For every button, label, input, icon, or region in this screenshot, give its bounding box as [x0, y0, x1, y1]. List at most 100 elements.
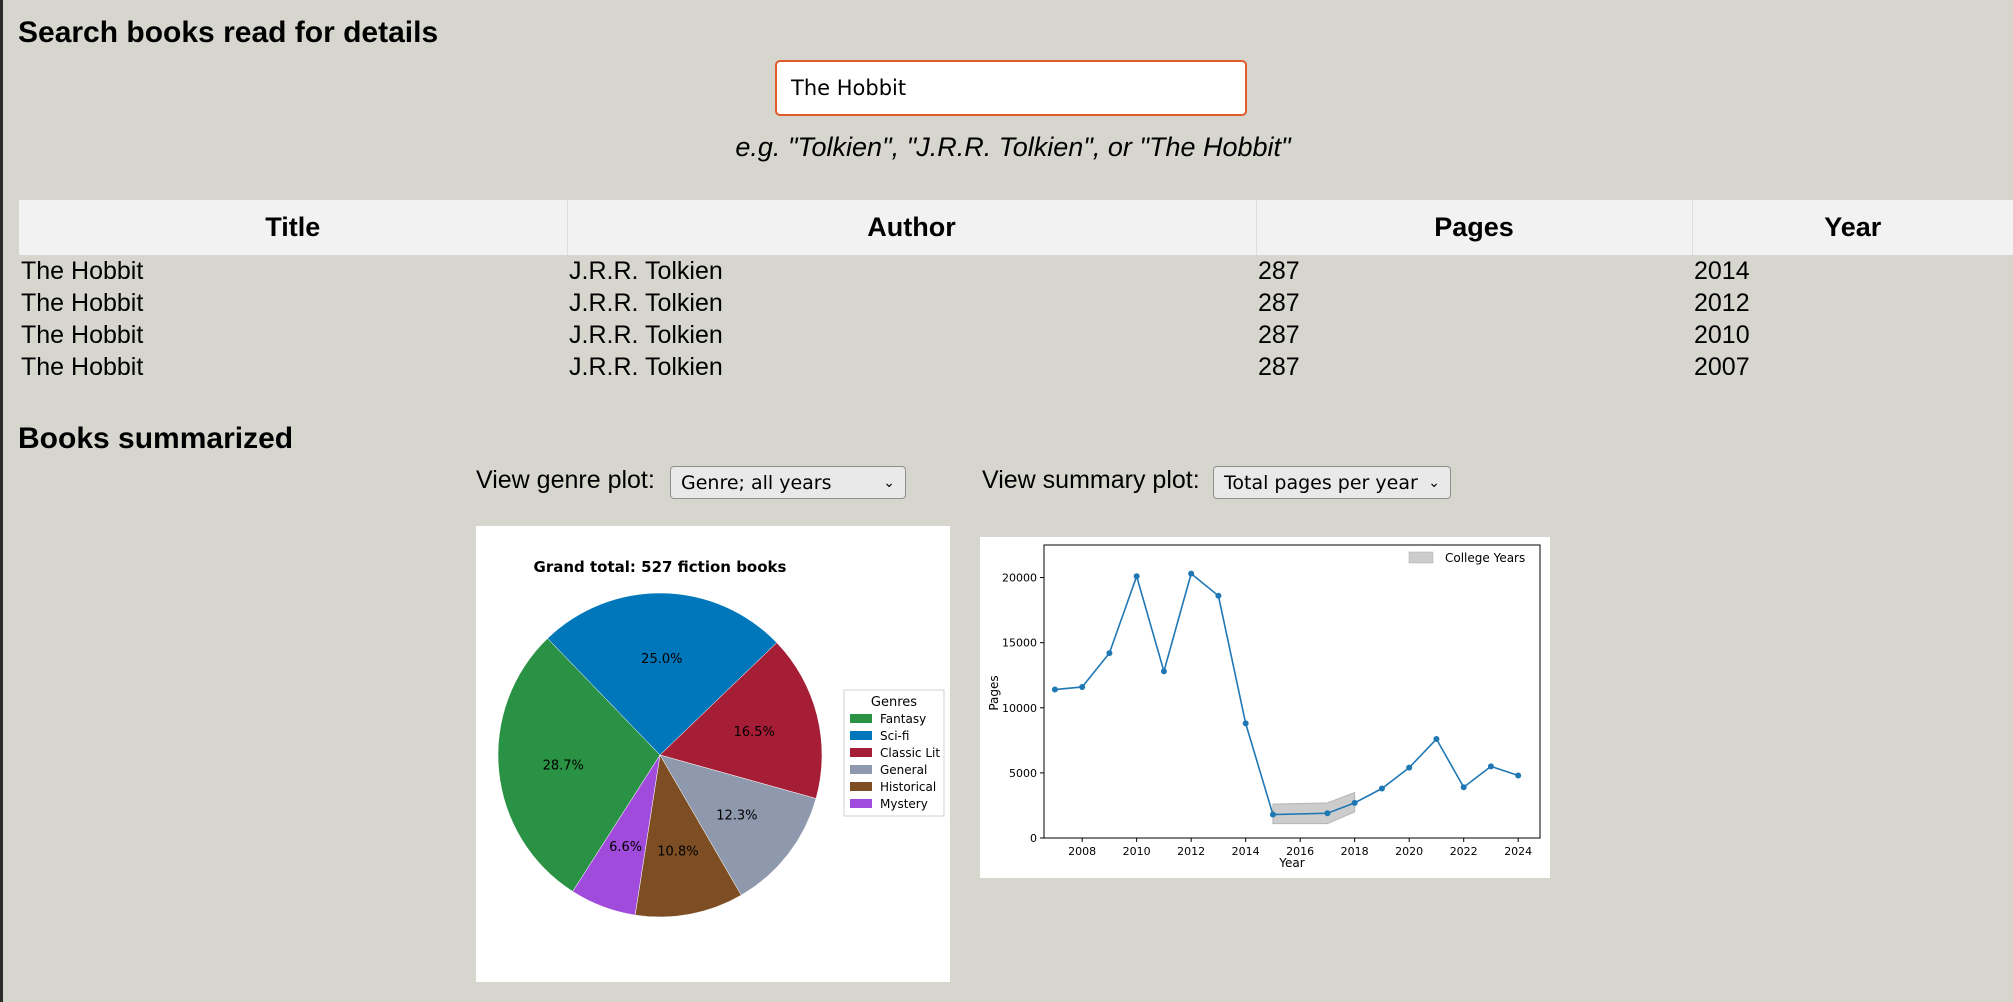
legend-entry: Historical: [880, 780, 936, 794]
legend-swatch: [850, 765, 872, 774]
data-point: [1079, 683, 1086, 690]
x-tick-label: 2010: [1123, 845, 1151, 858]
chevron-down-icon: ⌄: [883, 474, 895, 491]
search-heading: Search books read for details: [18, 16, 439, 49]
column-header-pages[interactable]: Pages: [1256, 200, 1693, 255]
legend-swatch: [850, 799, 872, 808]
cell-year: 2012: [1694, 288, 1750, 317]
summary-plot-selected: Total pages per year: [1224, 471, 1418, 494]
cell-title: The Hobbit: [21, 256, 144, 285]
y-tick-label: 5000: [1009, 767, 1037, 780]
data-point: [1460, 784, 1467, 791]
data-point: [1106, 650, 1113, 657]
x-tick-label: 2018: [1341, 845, 1369, 858]
y-axis-label: Pages: [987, 675, 1001, 710]
table-row: The Hobbit J.R.R. Tolkien 287 2010: [19, 319, 2013, 351]
data-point: [1133, 573, 1140, 580]
search-input[interactable]: [775, 60, 1247, 116]
table-row: The Hobbit J.R.R. Tolkien 287 2012: [19, 287, 2013, 319]
column-header-title[interactable]: Title: [19, 200, 568, 255]
pie-chart-title: Grand total: 527 fiction books: [534, 558, 787, 576]
table-row: The Hobbit J.R.R. Tolkien 287 2014: [19, 255, 2013, 287]
data-point: [1351, 799, 1358, 806]
y-tick-label: 10000: [1002, 702, 1037, 715]
summary-plot-panel: 2008 2010 2012 2014 2016 2018 2020 2022 2024 0 500…: [980, 537, 1550, 878]
cell-pages: 287: [1258, 352, 1300, 381]
legend-label: College Years: [1445, 551, 1525, 565]
y-tick-label: 0: [1030, 832, 1037, 845]
data-point: [1515, 772, 1522, 779]
column-header-author[interactable]: Author: [567, 200, 1257, 255]
cell-year: 2010: [1694, 320, 1750, 349]
pie-legend: Genres Fantasy Sci-fi Classic Lit General Hi…: [843, 689, 945, 817]
pie-slice-label: 25.0%: [641, 652, 682, 667]
data-point: [1433, 736, 1440, 743]
data-point: [1269, 811, 1276, 818]
genre-plot-selected: Genre; all years: [681, 471, 832, 494]
x-tick-label: 2024: [1504, 845, 1532, 858]
cell-author: J.R.R. Tolkien: [569, 256, 723, 285]
search-hint: e.g. "Tolkien", "J.R.R. Tolkien", or "Th…: [735, 132, 1291, 162]
cell-author: J.R.R. Tolkien: [569, 352, 723, 381]
results-table: Title Author Pages Year The Hobbit J.R.R…: [19, 200, 2013, 383]
pie-slice-label: 10.8%: [657, 845, 698, 860]
data-point: [1160, 668, 1167, 675]
line-legend: College Years: [1408, 551, 1525, 565]
pie-slice-label: 12.3%: [716, 809, 757, 824]
cell-pages: 287: [1258, 320, 1300, 349]
legend-entry: Classic Lit: [880, 746, 940, 760]
column-header-year: Year: [1692, 200, 2013, 255]
data-point: [1215, 592, 1222, 599]
cell-title: The Hobbit: [21, 320, 144, 349]
cell-pages: 287: [1258, 256, 1300, 285]
legend-entry: General: [880, 763, 927, 777]
cell-title: The Hobbit: [21, 288, 144, 317]
legend-swatch: [850, 782, 872, 791]
pages-series-points: [1051, 570, 1522, 818]
cell-author: J.R.R. Tolkien: [569, 288, 723, 317]
cell-author: J.R.R. Tolkien: [569, 320, 723, 349]
data-point: [1324, 810, 1331, 817]
pie-slices: 28.7% 25.0% 16.5% 12.3% 10.8% 6.6%: [497, 592, 823, 918]
data-point: [1188, 570, 1195, 577]
plot-frame: [1043, 544, 1541, 839]
data-point: [1487, 763, 1494, 770]
pages-line-chart: 2008 2010 2012 2014 2016 2018 2020 2022 20240500…: [987, 544, 1541, 870]
x-tick-label: 2020: [1395, 845, 1423, 858]
data-point: [1406, 764, 1413, 771]
pie-slice-label: 16.5%: [734, 725, 775, 740]
pie-slice-label: 6.6%: [609, 840, 642, 855]
legend-swatch: [850, 748, 872, 757]
x-axis-label: Year: [1278, 856, 1304, 870]
chevron-down-icon: ⌄: [1428, 474, 1440, 491]
y-tick-label: 20000: [1002, 572, 1037, 585]
axis-ticks: 2008 2010 2012 2014 2016 2018 2020 2022 20240500…: [1002, 572, 1532, 858]
x-tick-label: 2012: [1177, 845, 1205, 858]
table-row: The Hobbit J.R.R. Tolkien 287 2007: [19, 351, 2013, 383]
cell-pages: 287: [1258, 288, 1300, 317]
table-header-row: Title Author Pages Year: [19, 200, 2013, 255]
y-tick-label: 15000: [1002, 637, 1037, 650]
legend-entry: Sci-fi: [880, 729, 909, 743]
legend-title: Genres: [871, 695, 917, 710]
data-point: [1378, 785, 1385, 792]
legend-swatch: [850, 714, 872, 723]
cell-year: 2014: [1694, 256, 1750, 285]
summary-heading: Books summarized: [18, 422, 294, 455]
legend-entry: Mystery: [880, 797, 928, 811]
data-point: [1051, 686, 1058, 693]
legend-entry: Fantasy: [880, 712, 926, 726]
x-tick-label: 2014: [1232, 845, 1260, 858]
legend-swatch: [850, 731, 872, 740]
data-point: [1242, 720, 1249, 727]
x-tick-label: 2008: [1068, 845, 1096, 858]
legend-swatch: [1408, 551, 1434, 564]
genre-pie-chart: Grand total: 527 fiction books 28.7% 25.0…: [497, 558, 945, 918]
summary-plot-select[interactable]: Total pages per year ⌄: [1213, 466, 1451, 499]
pages-series-line: [1054, 572, 1519, 816]
x-tick-label: 2022: [1450, 845, 1478, 858]
genre-plot-select[interactable]: Genre; all years ⌄: [670, 466, 906, 499]
genre-plot-label: View genre plot:: [476, 466, 655, 494]
summary-plot-label: View summary plot:: [982, 466, 1200, 494]
cell-title: The Hobbit: [21, 352, 144, 381]
